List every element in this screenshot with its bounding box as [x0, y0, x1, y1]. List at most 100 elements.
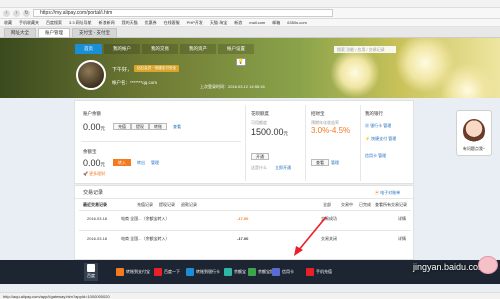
nav-transactions[interactable]: 我的交易 — [142, 44, 178, 54]
transfer-in-button[interactable]: 转入 — [113, 159, 131, 166]
transaction-records: 交易记录 ▣ 电子对账单 最近交易记录 充值记录 提现记录 退款记录 全部 交易… — [74, 185, 414, 260]
bookmark-item[interactable]: 新浪新闻 — [99, 20, 115, 26]
taskbar-home[interactable]: 百度 — [84, 263, 98, 281]
row-date: 2016.03.18 — [87, 236, 108, 241]
site-search-input[interactable]: 搜索 功能 / 应用 / 交易记录 — [334, 46, 396, 53]
taskbar-label: 转账到支付宝 — [126, 269, 150, 274]
browser-tab[interactable]: 网址大全 — [4, 28, 36, 37]
filter-all[interactable]: 全部 — [323, 202, 331, 208]
row-detail-link[interactable]: 详情 — [398, 216, 406, 222]
bookmark-item[interactable]: 收藏 — [4, 20, 12, 26]
rocket-icon: 🚀 — [83, 171, 88, 176]
withdraw-button[interactable]: 提现 — [131, 123, 149, 130]
customer-service-widget[interactable]: 有问题点我~ — [456, 110, 492, 156]
bookmark-item[interactable]: 天猫·淘宝 — [210, 20, 227, 26]
zcb-label: 招财宝 — [311, 111, 325, 116]
statement-link[interactable]: ▣ 电子对账单 — [375, 190, 400, 196]
refresh-icon[interactable]: ↻ — [23, 9, 30, 17]
quick-pay-text: 快捷支付 管理 — [371, 136, 397, 141]
credit-what-link[interactable]: 这是什么 — [251, 165, 267, 171]
credit-card-icon — [272, 268, 280, 276]
main-nav: 首页 我的帐户 我的交易 我的资产 帐户设置 — [75, 44, 254, 54]
filter-view-all[interactable]: 查看所有交易记录 — [375, 202, 407, 208]
last-login: 上次登录时间：2016.03.12 14:55:16 — [200, 84, 265, 89]
yuebao-icon — [224, 268, 232, 276]
nav-my-account[interactable]: 我的帐户 — [104, 44, 140, 54]
taskbar-credit-card[interactable]: 信用卡 — [272, 266, 294, 278]
back-icon[interactable]: ‹ — [3, 9, 10, 17]
avatar[interactable] — [76, 60, 106, 90]
credit-open-link[interactable]: 立即开通 — [275, 165, 291, 171]
bookmark-item[interactable]: 3.3 网址导航 — [69, 20, 92, 26]
url-input[interactable]: https://my.alipay.com/portal/i.htm — [33, 9, 333, 17]
row-desc[interactable]: 电商 全国...（余额宝转入） — [121, 236, 169, 242]
credit-sub: 可用额度 — [251, 120, 267, 125]
records-title: 交易记录 — [83, 190, 104, 196]
taskbar-baidu[interactable]: 百度一下 — [154, 266, 180, 278]
row-detail-link[interactable]: 详情 — [398, 236, 406, 242]
bookmark-item[interactable]: 百度搜索 — [46, 20, 62, 26]
taskbar-home-label: 百度 — [87, 273, 95, 278]
taskbar-mobile-recharge[interactable]: 手机充值 — [306, 266, 332, 278]
zcb-manage-link[interactable]: 管理 — [331, 160, 339, 166]
forward-icon[interactable]: › — [13, 9, 20, 17]
taskbar-transfer-bank[interactable]: 转账到银行卡 — [186, 266, 220, 278]
balance-unit: 元 — [100, 126, 106, 131]
bank-label: 我的银行 — [365, 111, 383, 116]
bookmark-item[interactable]: 6350s.com — [287, 20, 307, 25]
bookmark-item[interactable]: 手机收藏夹 — [19, 20, 39, 26]
recharge-button[interactable]: 充值 — [113, 123, 131, 130]
balance-view-link[interactable]: 查看 — [173, 124, 181, 130]
taskbar-yuebao[interactable]: 余额宝 — [224, 266, 246, 278]
yuebao-label: 余额宝 — [83, 149, 97, 154]
tab-recent[interactable]: 最近交易记录 — [83, 202, 107, 208]
zcb-view-button[interactable]: 查看 — [311, 159, 329, 166]
annotation-arrow-icon — [294, 216, 327, 256]
bookmark-item[interactable]: 邮箱 — [272, 20, 280, 26]
taskbar-label: 转账到银行卡 — [196, 269, 220, 274]
bank-icon — [186, 268, 194, 276]
notification-icon[interactable]: 💡 — [236, 58, 246, 66]
withdraw-icon — [248, 268, 256, 276]
yuebao-amount: 0.00元 — [83, 158, 105, 168]
bookmark-item[interactable]: 在线客服 — [164, 20, 180, 26]
filter-done[interactable]: 已完成 — [359, 202, 371, 208]
row-desc[interactable]: 电商 全国...（余额宝转入） — [121, 216, 169, 222]
tab-recharge[interactable]: 充值记录 — [137, 202, 153, 208]
bookmarks-bar: 收藏 手机收藏夹 百度搜索 3.3 网址导航 新浪新闻 我的天猫 优惠券 在线客… — [0, 19, 500, 27]
bank-card-link[interactable]: ▦ 银行卡 管理 — [365, 123, 391, 129]
credit-open-button[interactable]: 开通 — [251, 153, 269, 160]
chat-label: 有问题点我~ — [462, 146, 486, 151]
taskbar-transfer-alipay[interactable]: 转账到支付宝 — [116, 266, 150, 278]
nav-home[interactable]: 首页 — [75, 44, 102, 54]
transfer-button[interactable]: 转账 — [149, 123, 167, 130]
member-badge[interactable]: 钻石会员 · 快捷支付安全 — [134, 65, 180, 72]
divider — [81, 141, 241, 142]
transfer-out-link[interactable]: 转出 — [137, 160, 145, 166]
divider — [360, 105, 361, 181]
tab-refund[interactable]: 退款记录 — [181, 202, 197, 208]
tab-withdraw[interactable]: 提现记录 — [159, 202, 175, 208]
row-amount: -17.00 — [237, 236, 249, 241]
nav-assets[interactable]: 我的资产 — [180, 44, 216, 54]
credit-label: 花呗额度 — [251, 111, 269, 116]
bookmark-item[interactable]: mail.com — [249, 20, 265, 25]
taskbar-label: 百度一下 — [164, 269, 180, 274]
balance-label: 账户余额 — [83, 111, 101, 116]
yuebao-note[interactable]: 🚀 更多理财 — [83, 171, 105, 177]
browser-tab[interactable]: 支付宝 - 支付宝 — [72, 28, 117, 37]
bookmark-item[interactable]: PHP开发 — [187, 20, 203, 26]
credit-card-link[interactable]: 信用卡 管理 — [365, 153, 386, 159]
browser-tab-active[interactable]: 账户管理 — [38, 28, 70, 37]
filter-pending[interactable]: 交易中 — [341, 202, 353, 208]
credit-amount: 1500.00元 — [251, 127, 288, 137]
statement-icon: ▣ — [375, 190, 379, 195]
quick-pay-link[interactable]: ⚡ 快捷支付 管理 — [365, 136, 396, 142]
taskbar-label: 信用卡 — [282, 269, 294, 274]
yuebao-manage-link[interactable]: 管理 — [151, 160, 159, 166]
bookmark-item[interactable]: 新浪 — [234, 20, 242, 26]
nav-settings[interactable]: 帐户设置 — [218, 44, 254, 54]
bookmark-item[interactable]: 优惠券 — [145, 20, 157, 26]
bookmark-item[interactable]: 我的天猫 — [122, 20, 138, 26]
phone-icon — [306, 268, 314, 276]
